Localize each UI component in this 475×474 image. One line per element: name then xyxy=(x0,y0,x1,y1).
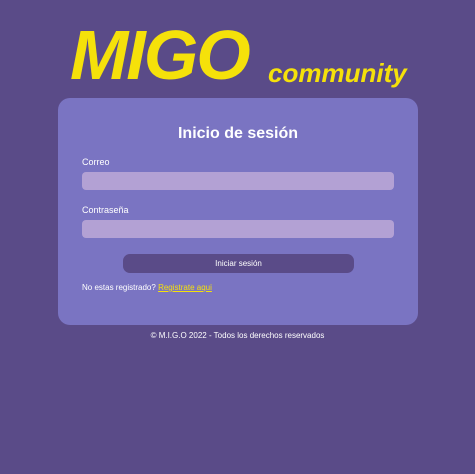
password-label: Contraseña xyxy=(82,205,129,215)
email-field[interactable] xyxy=(82,172,394,190)
password-field[interactable] xyxy=(82,220,394,238)
logo-wordmark: MIGO xyxy=(70,16,251,94)
login-button[interactable]: Iniciar sesión xyxy=(123,254,354,273)
email-label: Correo xyxy=(82,157,110,167)
register-prompt-line: No estas registrado? Registrate aqui xyxy=(82,282,212,294)
footer-copyright: © M.I.G.O 2022 - Todos los derechos rese… xyxy=(150,331,325,340)
register-link[interactable]: Registrate aqui xyxy=(158,283,212,292)
login-card: Inicio de sesión Correo Contraseña Inici… xyxy=(58,98,418,325)
migo-community-logo: MIGO community xyxy=(70,20,410,90)
logo-tagline: community xyxy=(268,58,407,88)
register-prompt-text: No estas registrado? xyxy=(82,283,156,292)
login-title: Inicio de sesión xyxy=(177,125,299,142)
